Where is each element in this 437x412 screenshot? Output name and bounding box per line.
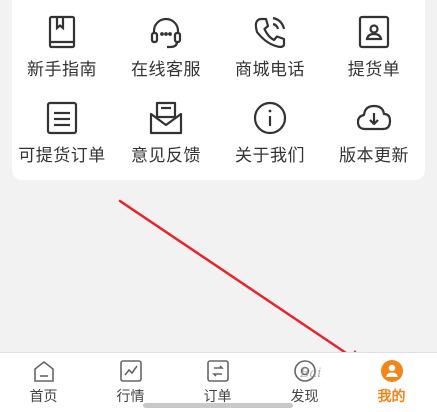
tab-discover-label: 发现 (290, 389, 319, 405)
version-update-label: 版本更新 (339, 146, 409, 166)
version-update-button[interactable]: 版本更新 (324, 90, 424, 170)
cloud-download-icon (354, 98, 394, 138)
tab-market-label: 行情 (116, 389, 145, 405)
mall-phone-label: 商城电话 (235, 60, 305, 80)
feedback-button[interactable]: 意见反馈 (116, 90, 216, 170)
pickup-voucher-button[interactable]: 提货单 (324, 4, 424, 84)
mall-phone-button[interactable]: 商城电话 (220, 4, 320, 84)
mail-icon (146, 98, 186, 138)
headset-icon (146, 12, 186, 52)
online-service-button[interactable]: 在线客服 (116, 4, 216, 84)
pickup-voucher-label: 提货单 (347, 60, 401, 80)
tab-profile[interactable]: 我的 (348, 353, 435, 412)
pickup-voucher-icon (354, 12, 394, 52)
about-us-label: 关于我们 (235, 146, 305, 166)
home-indicator (143, 403, 293, 408)
online-service-label: 在线客服 (131, 60, 201, 80)
guide-label: 新手指南 (27, 60, 97, 80)
document-icon (42, 98, 82, 138)
phone-icon (250, 12, 290, 52)
profile-icon (379, 358, 405, 384)
guide-button[interactable]: 新手指南 (12, 4, 112, 84)
pickable-orders-label: 可提货订单 (18, 146, 106, 166)
home-icon (31, 358, 57, 384)
order-icon (205, 358, 231, 384)
about-us-button[interactable]: 关于我们 (220, 90, 320, 170)
tab-home[interactable]: 首页 (0, 353, 87, 412)
tab-home-label: 首页 (29, 389, 58, 405)
info-icon (250, 98, 290, 138)
book-icon (42, 12, 82, 52)
market-chart-icon (118, 358, 144, 384)
tab-profile-label: 我的 (377, 389, 406, 405)
pickable-orders-button[interactable]: 可提货订单 (12, 90, 112, 170)
service-grid-card: 新手指南 在线客服 商城电话 提货单 可提货订单 意见反馈 关于我们 版本更新 (12, 0, 425, 180)
feedback-label: 意见反馈 (131, 146, 201, 166)
watermark: Bai (300, 366, 322, 381)
